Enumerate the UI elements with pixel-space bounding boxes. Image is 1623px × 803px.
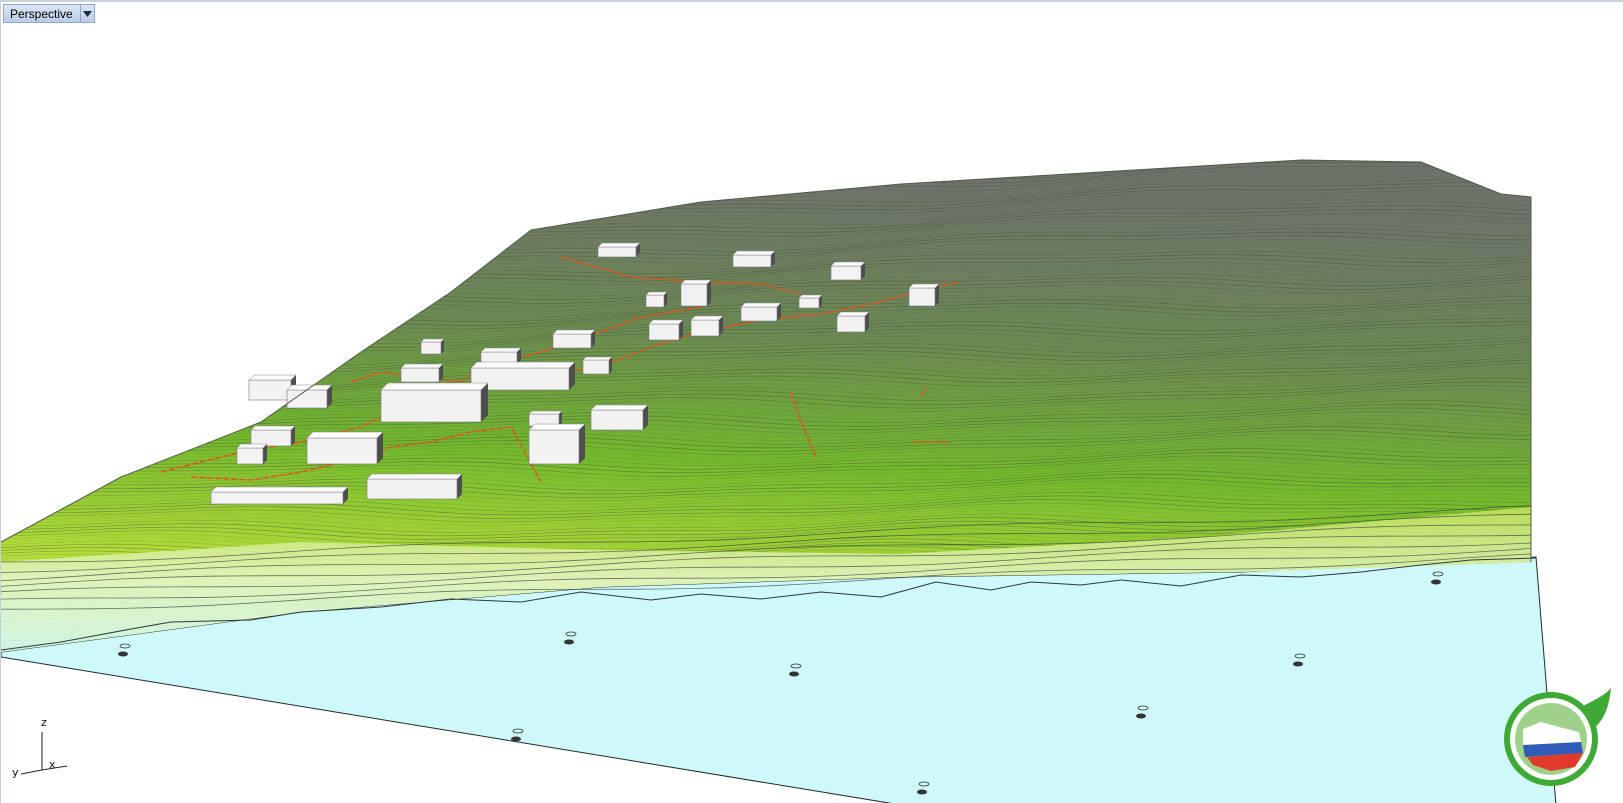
- survey-marker: [1293, 661, 1303, 667]
- viewport-title-tab[interactable]: Perspective: [3, 4, 95, 23]
- contour-line: [1, 160, 1531, 164]
- building: [836, 311, 870, 333]
- axis-z-label: z: [41, 716, 47, 729]
- building: [732, 250, 776, 268]
- building: [590, 404, 649, 431]
- survey-marker: [917, 789, 927, 795]
- axis-x-label: x: [49, 758, 56, 771]
- world-axes-widget: z y x: [9, 716, 69, 780]
- building: [480, 347, 522, 365]
- contour-line: [1, 160, 1531, 168]
- survey-marker: [511, 736, 521, 742]
- building: [236, 443, 268, 465]
- building: [597, 242, 641, 258]
- building: [306, 431, 384, 465]
- building: [830, 261, 866, 281]
- terrain-scene[interactable]: [1, 2, 1623, 803]
- building: [400, 363, 444, 383]
- building: [366, 473, 463, 500]
- building: [380, 382, 489, 423]
- building: [648, 319, 684, 341]
- survey-marker: [789, 671, 799, 677]
- building: [552, 329, 596, 349]
- building: [798, 294, 823, 309]
- viewport-name-label[interactable]: Perspective: [4, 5, 80, 22]
- building: [210, 486, 349, 505]
- dropdown-triangle-icon: [82, 10, 92, 17]
- building: [645, 291, 668, 308]
- survey-marker: [118, 651, 128, 657]
- eco-russia-map-leaf-logo: [1501, 687, 1611, 787]
- contour-line: [1, 107, 1561, 155]
- building: [740, 302, 782, 322]
- building: [690, 315, 724, 337]
- survey-marker: [1136, 713, 1146, 719]
- viewport-menu-button[interactable]: [79, 5, 94, 22]
- contour-line: [1, 111, 1561, 159]
- building: [250, 425, 296, 447]
- building: [528, 423, 586, 465]
- survey-marker: [1431, 579, 1441, 585]
- axis-y-label: y: [12, 766, 19, 779]
- perspective-viewport[interactable]: Perspective z y x: [0, 0, 1623, 803]
- building: [582, 356, 613, 375]
- building: [908, 283, 940, 307]
- building: [680, 279, 712, 307]
- survey-marker: [564, 639, 574, 645]
- building: [420, 338, 445, 355]
